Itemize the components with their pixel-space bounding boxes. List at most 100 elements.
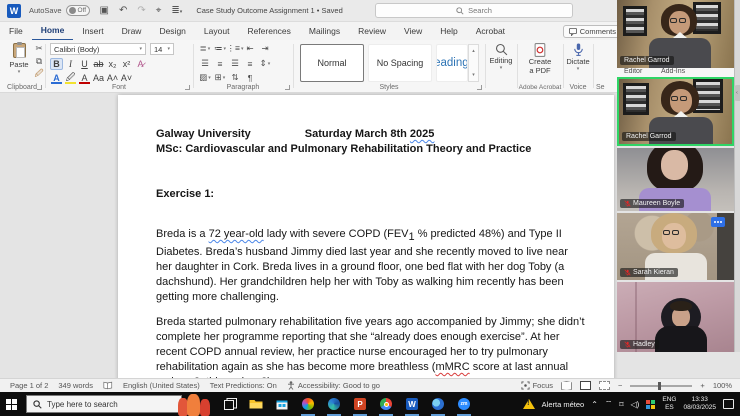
dictate-button[interactable]: Dictate ▾	[564, 43, 592, 72]
volume-icon[interactable]: ◁)	[631, 400, 640, 409]
format-painter-icon[interactable]: 🖉	[32, 68, 46, 80]
ribbon-tab-design[interactable]: Design	[150, 23, 194, 40]
print-layout-icon[interactable]	[580, 381, 592, 390]
ribbon-tab-mailings[interactable]: Mailings	[300, 23, 349, 40]
align-center-button[interactable]: ≡	[213, 58, 227, 69]
word-count[interactable]: 349 words	[58, 381, 93, 390]
ribbon-tab-home[interactable]: Home	[31, 22, 74, 41]
text-predictions[interactable]: Text Predictions: On	[210, 381, 277, 390]
hidden-icons-chevron[interactable]: ⌃	[591, 400, 598, 409]
underline-button[interactable]: U	[78, 58, 91, 70]
ribbon-tab-draw[interactable]: Draw	[113, 23, 151, 40]
justify-button[interactable]: ≡	[243, 58, 257, 69]
shading-button[interactable]: ▨ ▾	[198, 72, 212, 83]
sort-button[interactable]: ⇅	[228, 72, 242, 83]
video-tile-hadley[interactable]: Hadley	[617, 282, 734, 352]
search-box[interactable]: Search	[375, 3, 573, 18]
participant-menu-badge[interactable]	[711, 217, 725, 227]
multilevel-list-button[interactable]: ⋮≡ ▾	[227, 43, 244, 54]
weather-alert-label[interactable]: Alerta méteo	[542, 400, 585, 409]
bullets-button[interactable]: ≣ ▾	[198, 43, 212, 54]
italic-button[interactable]: I	[64, 58, 77, 70]
paragraph-dialog-launcher[interactable]	[285, 85, 290, 90]
notification-center-icon[interactable]	[723, 399, 734, 409]
proofing-icon[interactable]	[103, 381, 113, 390]
zoom-slider[interactable]	[630, 381, 693, 390]
decrease-indent-button[interactable]: ⇤	[243, 43, 257, 54]
styles-gallery-arrows[interactable]: ▴ ▾	[468, 44, 479, 82]
ribbon-tab-acrobat[interactable]: Acrobat	[467, 23, 514, 40]
bold-button[interactable]: B	[50, 58, 63, 70]
numbering-button[interactable]: ≔ ▾	[213, 43, 227, 54]
start-button[interactable]	[0, 392, 22, 416]
clock[interactable]: 13:33 08/03/2025	[683, 396, 716, 412]
align-left-button[interactable]: ☰	[198, 58, 212, 69]
touch-mode-icon[interactable]: ⌖	[156, 5, 162, 16]
create-pdf-button[interactable]: Create a PDF	[518, 43, 562, 75]
clipboard-dialog-launcher[interactable]	[37, 85, 42, 90]
comments-button[interactable]: Comments	[562, 25, 622, 38]
task-view-icon[interactable]	[222, 395, 238, 413]
cut-icon[interactable]: ✂	[32, 43, 46, 54]
font-color-button[interactable]: A	[78, 72, 91, 84]
font-dialog-launcher[interactable]	[185, 85, 190, 90]
paste-button[interactable]: Paste ▾	[8, 42, 30, 75]
zoom-icon[interactable]: zm	[456, 395, 472, 416]
accessibility-status[interactable]: Accessibility: Good to go	[287, 381, 380, 390]
change-case-button[interactable]: Aa	[92, 72, 105, 84]
style-normal[interactable]: Normal	[300, 44, 364, 82]
editing-button[interactable]: Editing ▾	[486, 43, 516, 71]
style-no-spacing[interactable]: No Spacing	[368, 44, 432, 82]
save-icon[interactable]: ▣	[100, 5, 109, 16]
undo-icon[interactable]: ↶	[119, 5, 127, 16]
strikethrough-button[interactable]: ab	[92, 58, 105, 70]
borders-button[interactable]: ⊞ ▾	[213, 72, 227, 83]
document-page[interactable]: Galway University Saturday March 8th 2025…	[118, 95, 614, 378]
language-indicator[interactable]: English (United States)	[123, 381, 200, 390]
font-size-select[interactable]: 14 ▾	[150, 43, 174, 55]
video-tile-maureen[interactable]: Maureen Boyle	[617, 148, 734, 211]
ribbon-tab-review[interactable]: Review	[349, 23, 395, 40]
language-switcher[interactable]: ENG ES	[662, 396, 676, 412]
increase-indent-button[interactable]: ⇥	[258, 43, 272, 54]
document-title[interactable]: Case Study Outcome Assignment 1 • Saved	[196, 6, 342, 15]
chrome-icon[interactable]	[378, 395, 394, 416]
grow-font-button[interactable]: A˄	[106, 72, 119, 84]
teams-icon[interactable]	[430, 395, 446, 416]
show-paragraph-marks-button[interactable]: ¶	[243, 72, 257, 83]
autosave-toggle[interactable]: Off	[65, 5, 90, 16]
zoom-level[interactable]: 100%	[713, 381, 732, 390]
zoom-out-button[interactable]: −	[618, 381, 622, 390]
ribbon-tab-file[interactable]: File	[0, 23, 32, 40]
page-indicator[interactable]: Page 1 of 2	[10, 381, 48, 390]
style-heading1[interactable]: Heading 1	[437, 57, 467, 69]
editor-button-label[interactable]: Editor	[624, 68, 642, 75]
ribbon-tab-view[interactable]: View	[395, 23, 431, 40]
ribbon-tab-references[interactable]: References	[238, 23, 299, 40]
addins-button-label[interactable]: Add-Ins	[661, 68, 685, 75]
zoom-in-button[interactable]: +	[700, 381, 704, 390]
camera-icon[interactable]: ⌑	[619, 400, 623, 409]
ribbon-tab-insert[interactable]: Insert	[73, 23, 112, 40]
zoom-slider-thumb[interactable]	[658, 381, 662, 390]
video-tile-rachel-1[interactable]: Rachel Garrod	[617, 0, 734, 68]
video-tile-sarah[interactable]: Sarah Kieran	[617, 213, 734, 280]
styles-dialog-launcher[interactable]	[477, 85, 482, 90]
superscript-button[interactable]: x²	[120, 58, 133, 70]
weather-alert-icon[interactable]	[522, 399, 535, 409]
shrink-font-button[interactable]: A˅	[120, 72, 133, 84]
edge-icon[interactable]	[326, 395, 342, 416]
copilot-icon[interactable]	[300, 395, 316, 416]
read-mode-icon[interactable]	[561, 381, 573, 390]
text-effects-button[interactable]: A	[50, 72, 63, 84]
ribbon-tab-layout[interactable]: Layout	[195, 23, 239, 40]
ribbon-tab-help[interactable]: Help	[431, 23, 466, 40]
clear-formatting-button[interactable]: A̷	[134, 58, 147, 70]
focus-button[interactable]: Focus	[521, 381, 553, 390]
share-indicator-icon[interactable]	[646, 399, 656, 409]
word-icon[interactable]: W	[404, 395, 420, 416]
align-right-button[interactable]: ☰	[228, 58, 242, 69]
microsoft-store-icon[interactable]	[274, 395, 290, 413]
powerpoint-icon[interactable]: P	[352, 395, 368, 416]
line-spacing-button[interactable]: ⇕ ▾	[258, 58, 272, 69]
